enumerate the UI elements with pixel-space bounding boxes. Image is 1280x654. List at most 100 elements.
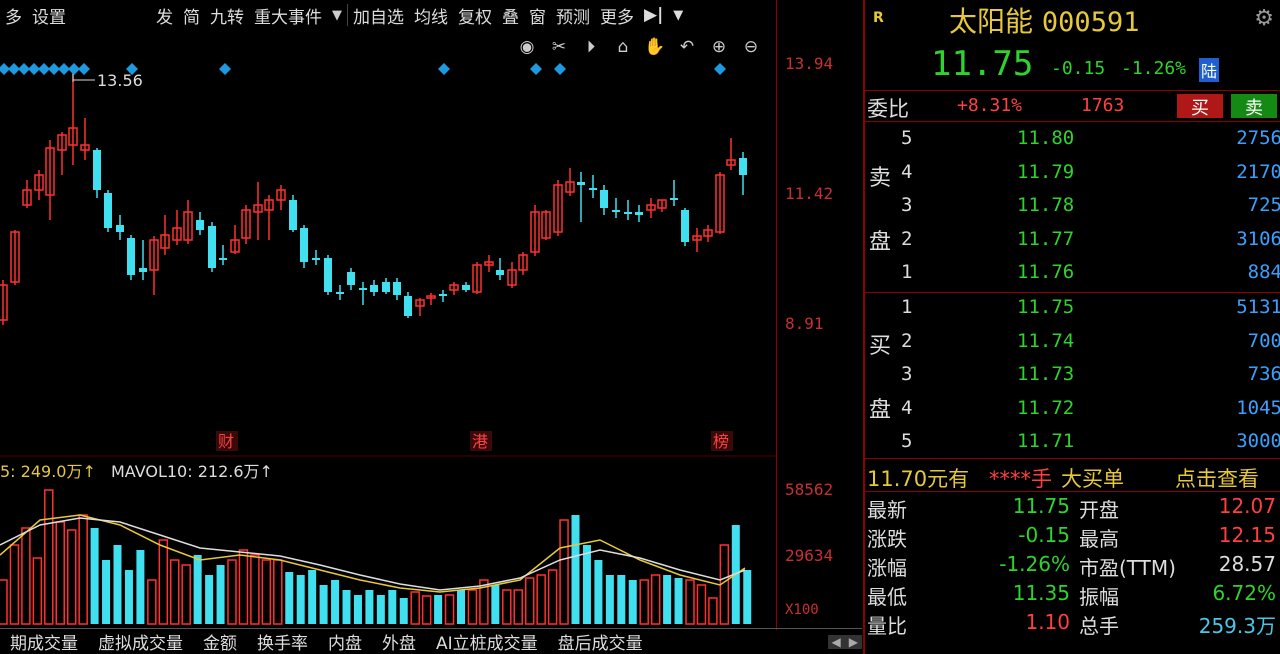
big-order-link[interactable]: 点击查看 [1175,463,1259,493]
tab-turnover[interactable]: 换手率 [247,629,318,654]
vol-bar-50 [571,515,580,624]
vol-bar-58 [663,575,672,624]
event-label-cai: 财 [218,432,234,451]
stat-value: -1.26% [999,552,1070,576]
level-price: 11.74 [1017,329,1075,352]
candle-body-10 [116,225,124,232]
level-price: 11.71 [1017,430,1075,452]
vol-bar-54 [617,575,626,624]
stat-label: 涨幅 [867,556,907,580]
tab-inner[interactable]: 内盘 [318,629,372,654]
signal-diamond-13 [554,63,566,75]
vol-bar-47 [536,574,546,625]
candle-body-53 [612,210,620,212]
candle-body-9 [104,193,112,228]
level-number: 5 [901,127,913,149]
candle-body-29 [336,292,344,294]
vol-bar-38 [434,595,443,624]
sell-level-5[interactable]: 5 11.80 2756 [865,127,1280,160]
vol-bar-0 [0,579,8,625]
vol-bar-13 [147,579,157,625]
vol-ma10-line [0,517,746,591]
sell-level-3[interactable]: 3 11.78 725 [865,194,1280,227]
vol-bar-26 [296,575,305,624]
level-number: 1 [901,261,913,283]
level-number: 2 [901,329,913,352]
event-label-bang: 榜 [713,432,729,451]
vol-bar-46 [524,577,535,625]
tab-ai-volume[interactable]: AI立桩成交量 [426,629,548,654]
candle-body-54 [624,212,632,214]
vol-bar-56 [639,579,649,625]
quote-panel: R 太阳能 000591 ⚙ 11.75 -0.15 -1.26% 陆 委比 +… [863,0,1280,654]
tab-virtual-volume[interactable]: 虚拟成交量 [88,629,193,654]
candle-body-18 [208,226,216,268]
buy-level-3[interactable]: 3 11.73 736 [865,363,1280,396]
gear-icon[interactable]: ⚙ [1254,6,1274,31]
vol-bar-33 [376,595,385,624]
level-volume: 725 [1247,194,1280,216]
candle-body-33 [382,282,390,292]
level-price: 11.75 [1017,296,1075,318]
buy-level-1[interactable]: 1 11.75 5131 [865,296,1280,329]
candle-body-52 [600,190,608,208]
stat-label: 最低 [867,585,907,609]
candle-body-50 [577,182,585,185]
signal-diamond-14 [714,63,726,75]
candle-body-27 [312,258,320,260]
level-price: 11.79 [1017,160,1075,183]
vol-bar-55 [628,580,637,624]
tab-period-volume[interactable]: 期成交量 [0,629,88,654]
kline-chart[interactable]: 13.56 财 港 榜 [0,0,776,628]
vol-bar-24 [273,559,283,625]
level-number: 2 [901,227,913,250]
sell-level-4[interactable]: 4 11.79 2170 [865,161,1280,194]
stock-terminal: 多 设置 发 简 九转 重大事件 ▼ 加自选 均线 复权 叠 窗 预测 更多 ▶… [0,0,1280,654]
signal-diamond-8 [78,63,90,75]
vol-bar-20 [227,559,237,625]
candle-body-40 [462,285,470,290]
vol-bar-21 [238,549,249,625]
indicator-tabs: 期成交量 虚拟成交量 金额 换手率 内盘 外盘 AI立桩成交量 盘后成交量 ◀ … [0,628,862,654]
sell-button[interactable]: 卖 [1231,94,1277,119]
signal-diamond-12 [530,63,542,75]
tab-after-hours[interactable]: 盘后成交量 [548,629,653,654]
vol-bar-43 [491,585,500,624]
vol-axis-mid: 29634 [785,546,834,565]
stat-label-2: 振幅 [1079,585,1119,609]
big-order-bar[interactable]: 11.70元有 ****手 大买单 点击查看 [865,458,1280,492]
weibi-label: 委比 [867,97,909,121]
buy-level-4[interactable]: 4 11.72 1045 [865,397,1280,430]
event-label-gang: 港 [472,432,488,451]
scroll-right-icon[interactable]: ▶ [844,634,862,649]
price-change-pct: -1.26% [1121,58,1187,79]
weicha-value: 1763 [1081,95,1125,116]
tab-amount[interactable]: 金额 [193,629,247,654]
sell-level-2[interactable]: 2 11.77 3106 [865,228,1280,261]
vol-bar-62 [708,597,718,625]
stat-value: 1.10 [1025,610,1070,634]
vol-bar-36 [410,591,420,625]
candle-body-51 [589,188,597,190]
vol-bar-60 [685,579,695,625]
stat-value-2: 12.15 [1218,523,1276,547]
vol-bar-8 [90,528,99,624]
vol-bar-7 [78,514,88,625]
level-price: 11.80 [1017,127,1075,149]
exchange-badge: 陆 [1199,58,1220,82]
level-volume: 2756 [1236,127,1280,149]
sell-level-1[interactable]: 1 11.76 884 [865,261,1280,294]
vol-bar-61 [696,584,707,625]
vol-bar-31 [353,595,362,624]
level-number: 3 [901,363,913,385]
stat-value: 11.35 [1012,581,1070,605]
scroll-left-icon[interactable]: ◀ [827,634,845,649]
tab-outer[interactable]: 外盘 [372,629,426,654]
buy-level-2[interactable]: 2 11.74 700 [865,330,1280,363]
vol-bar-39 [444,594,455,625]
stock-name: 太阳能 000591 [949,0,1139,40]
level-volume: 3106 [1236,227,1280,250]
level-price: 11.76 [1017,261,1075,283]
buy-button[interactable]: 买 [1177,94,1223,119]
vol-bar-48 [547,569,558,625]
